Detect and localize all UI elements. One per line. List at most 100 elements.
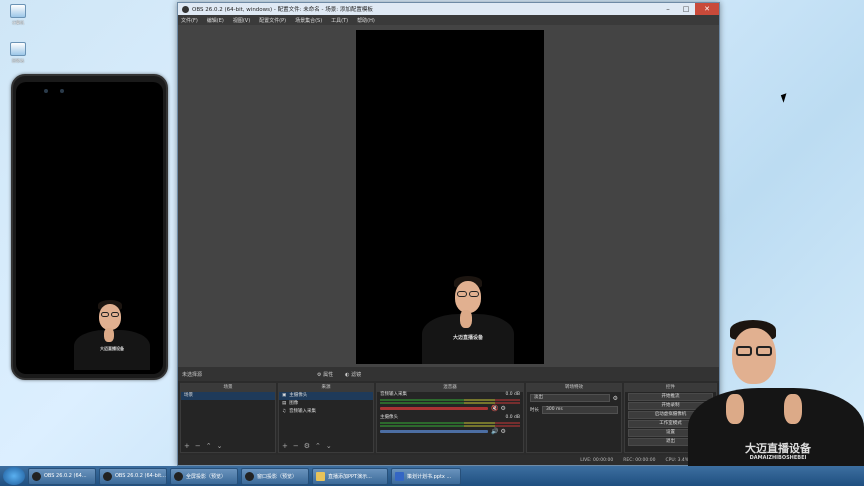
volume-meter bbox=[380, 399, 520, 401]
presenter-webcam-overlay: 大迈直播设备 DAMAIZHIBOSHEBEI bbox=[688, 318, 864, 486]
taskbar-item[interactable]: OBS 26.0.2 (64... bbox=[28, 467, 96, 485]
preview-area[interactable]: 大迈直播设备 bbox=[178, 25, 719, 367]
obs-logo-icon bbox=[182, 5, 189, 13]
phone-camera-icon bbox=[44, 89, 48, 93]
folder-icon bbox=[316, 471, 325, 481]
channel-db: 0.0 dB bbox=[505, 392, 520, 397]
task-label: 直播添加PPT演示... bbox=[328, 473, 372, 480]
taskbar-item[interactable]: 策划计划书.pptx ... bbox=[391, 467, 461, 485]
menu-scene-collection[interactable]: 场景集合(S) bbox=[295, 17, 322, 24]
move-up-icon[interactable]: ⌃ bbox=[206, 442, 212, 450]
desktop-icon-computer[interactable]: 计算机 bbox=[4, 4, 32, 26]
obs-icon bbox=[103, 471, 112, 481]
task-label: OBS 26.0.2 (64... bbox=[44, 473, 87, 479]
close-button[interactable]: ✕ bbox=[695, 3, 719, 15]
properties-button[interactable]: ⚙ 属性 bbox=[317, 371, 333, 378]
taskbar-item[interactable]: 直播添加PPT演示... bbox=[312, 467, 388, 485]
duration-input[interactable]: 300 ms bbox=[542, 406, 618, 414]
recycle-bin-icon bbox=[10, 42, 26, 56]
source-item[interactable]: ▤ 图像 bbox=[279, 400, 373, 408]
mouse-cursor-icon bbox=[780, 93, 790, 103]
filters-label: 滤镜 bbox=[351, 371, 362, 378]
move-up-icon[interactable]: ⌃ bbox=[315, 442, 321, 450]
camera-icon: ▣ bbox=[282, 393, 287, 398]
volume-meter bbox=[380, 402, 520, 404]
speaker-icon[interactable]: 🔊 bbox=[491, 428, 498, 435]
transitions-dock: 转场特效 淡出 ⚙ 时长 300 ms bbox=[526, 383, 622, 453]
maximize-button[interactable]: □ bbox=[677, 3, 695, 15]
computer-icon bbox=[10, 4, 26, 18]
channel-name: 主摄像头 bbox=[380, 415, 398, 420]
source-label: 音频输入采集 bbox=[289, 409, 317, 414]
mute-icon[interactable]: 🔇 bbox=[491, 405, 498, 412]
scenes-dock: 场景 场景 + − ⌃ ⌄ bbox=[180, 383, 276, 453]
window-titlebar: OBS 26.0.2 (64-bit, windows) - 配置文件: 未命名… bbox=[178, 3, 719, 15]
task-label: 全屏投影（预览） bbox=[186, 473, 227, 480]
phone-sensor-icon bbox=[60, 89, 64, 93]
volume-meter bbox=[380, 425, 520, 427]
obs-icon bbox=[245, 471, 254, 481]
obs-window: OBS 26.0.2 (64-bit, windows) - 配置文件: 未命名… bbox=[177, 2, 720, 466]
menu-profile[interactable]: 配置文件(P) bbox=[259, 17, 286, 24]
taskbar-item[interactable]: 窗口投影（预览） bbox=[241, 467, 309, 485]
source-item[interactable]: ▣ 主摄像头 bbox=[279, 392, 373, 400]
rec-status: REC: 00:00:00 bbox=[623, 457, 656, 463]
volume-fader[interactable] bbox=[380, 407, 488, 410]
desktop-icon-recycle-bin[interactable]: 回收站 bbox=[4, 42, 32, 64]
remove-icon[interactable]: − bbox=[195, 442, 201, 450]
mixer-channel: 主摄像头 0.0 dB bbox=[377, 415, 523, 421]
source-label: 图像 bbox=[289, 401, 299, 406]
move-down-icon[interactable]: ⌄ bbox=[326, 442, 332, 450]
mixer-dock: 混音器 音频输入采集 0.0 dB 🔇 ⚙ 主摄像头 0.0 dB 🔊 ⚙ bbox=[376, 383, 524, 453]
taskbar-item[interactable]: 全屏投影（预览） bbox=[170, 467, 238, 485]
gear-icon[interactable]: ⚙ bbox=[500, 405, 505, 412]
gear-icon[interactable]: ⚙ bbox=[613, 395, 618, 402]
desktop-icon-label: 回收站 bbox=[12, 58, 24, 63]
powerpoint-icon bbox=[395, 471, 404, 481]
selected-source-label: 未选择源 bbox=[182, 371, 203, 378]
remove-icon[interactable]: − bbox=[293, 442, 299, 450]
menu-tools[interactable]: 工具(T) bbox=[331, 17, 348, 24]
menu-bar: 文件(F) 编辑(E) 视图(V) 配置文件(P) 场景集合(S) 工具(T) … bbox=[178, 15, 719, 25]
source-item[interactable]: ♫ 音频输入采集 bbox=[279, 408, 373, 416]
volume-fader[interactable] bbox=[380, 430, 488, 433]
gear-icon: ⚙ bbox=[317, 371, 322, 378]
add-icon[interactable]: + bbox=[282, 442, 288, 450]
gear-icon[interactable]: ⚙ bbox=[500, 428, 505, 435]
properties-label: 属性 bbox=[323, 371, 334, 378]
presenter-image: 大迈直播设备 bbox=[74, 300, 154, 370]
filter-icon: ◐ bbox=[345, 371, 350, 378]
presenter-image: 大迈直播设备 bbox=[422, 276, 518, 364]
gear-icon[interactable]: ⚙ bbox=[304, 442, 310, 450]
menu-view[interactable]: 视图(V) bbox=[233, 17, 250, 24]
volume-meter bbox=[380, 422, 520, 424]
task-label: 窗口投影（预览） bbox=[257, 473, 298, 480]
filters-button[interactable]: ◐ 滤镜 bbox=[345, 371, 361, 378]
scenes-header: 场景 bbox=[181, 384, 275, 392]
menu-file[interactable]: 文件(F) bbox=[181, 17, 198, 24]
menu-help[interactable]: 帮助(H) bbox=[357, 17, 375, 24]
task-label: 策划计划书.pptx ... bbox=[407, 473, 452, 480]
add-icon[interactable]: + bbox=[184, 442, 190, 450]
taskbar-item[interactable]: OBS 26.0.2 (64-bit... bbox=[99, 467, 167, 485]
shirt-logo-text: 大迈直播设备 bbox=[100, 346, 124, 351]
move-down-icon[interactable]: ⌄ bbox=[217, 442, 223, 450]
scene-item[interactable]: 场景 bbox=[181, 392, 275, 400]
start-button[interactable] bbox=[3, 467, 25, 485]
mixer-header: 混音器 bbox=[377, 384, 523, 392]
sources-dock: 来源 ▣ 主摄像头 ▤ 图像 ♫ 音频输入采集 + − ⚙ ⌃ ⌄ bbox=[278, 383, 374, 453]
preview-canvas[interactable]: 大迈直播设备 bbox=[356, 30, 544, 364]
transitions-header: 转场特效 bbox=[527, 384, 621, 392]
status-bar: LIVE: 00:00:00 REC: 00:00:00 CPU: 3.4%, … bbox=[178, 455, 719, 465]
scenes-toolbar: + − ⌃ ⌄ bbox=[184, 442, 223, 450]
menu-edit[interactable]: 编辑(E) bbox=[207, 17, 224, 24]
source-toolbar: 未选择源 ⚙ 属性 ◐ 滤镜 bbox=[178, 367, 719, 381]
desktop-icon-label: 计算机 bbox=[12, 20, 24, 25]
taskbar: OBS 26.0.2 (64... OBS 26.0.2 (64-bit... … bbox=[0, 466, 864, 486]
minimize-button[interactable]: – bbox=[659, 3, 677, 15]
transition-select[interactable]: 淡出 bbox=[530, 394, 610, 402]
shirt-logo-text: 大迈直播设备 bbox=[452, 335, 483, 341]
obs-icon bbox=[32, 471, 41, 481]
shirt-logo-text: 大迈直播设备 bbox=[745, 442, 811, 455]
obs-icon bbox=[174, 471, 183, 481]
